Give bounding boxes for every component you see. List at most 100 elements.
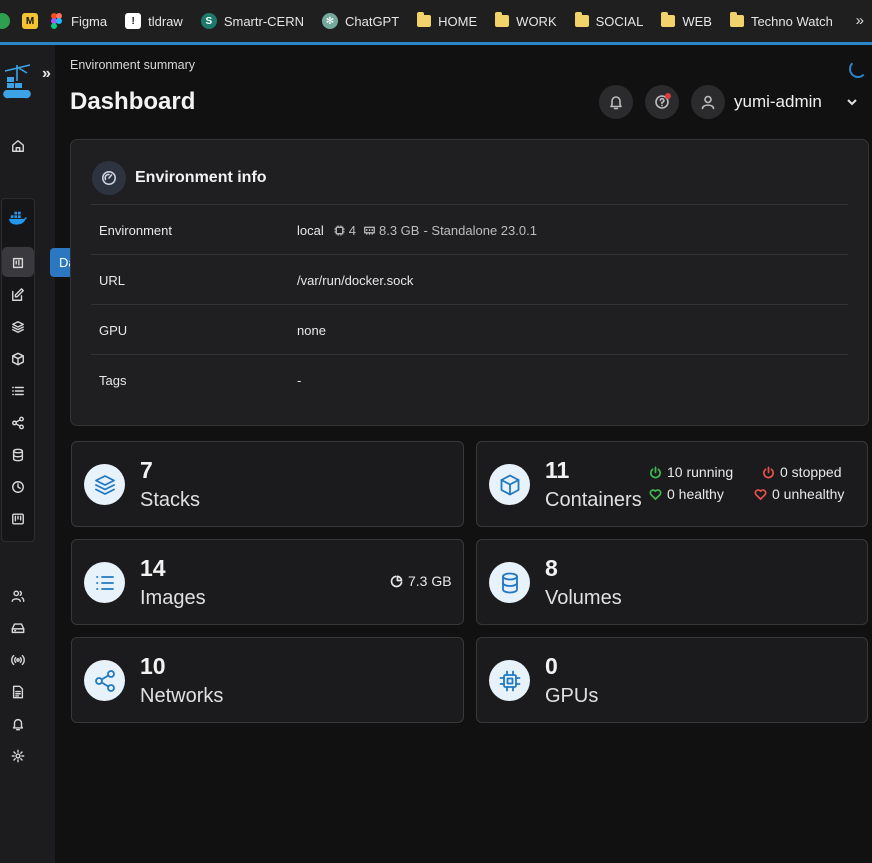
loading-spinner-icon — [849, 60, 867, 78]
env-memory: 8.3 GB — [378, 223, 420, 238]
env-row-gpu: GPU none — [91, 304, 848, 354]
help-button[interactable] — [645, 85, 679, 119]
images-size-value: 7.3 GB — [408, 573, 452, 589]
environment-info-panel: Environment info Environment local 4 8.3… — [70, 139, 869, 426]
containers-count: 11 — [545, 457, 570, 483]
folder-icon — [574, 12, 589, 27]
docker-icon[interactable] — [9, 209, 27, 227]
page-title: Dashboard — [70, 88, 196, 115]
home-icon[interactable] — [9, 137, 27, 155]
images-size: 7.3 GB — [390, 573, 452, 589]
env-value: - — [297, 373, 302, 388]
bookmark-folder-techno-watch[interactable]: Techno Watch — [729, 12, 833, 29]
unhealthy-count: 0 unhealthy — [772, 486, 845, 502]
dashboard-icon[interactable] — [9, 254, 27, 272]
env-value: local 4 8.3 GB - Standalone 23.0.1 — [297, 223, 537, 238]
settings-gear-icon[interactable] — [9, 747, 27, 765]
logs-document-icon[interactable] — [9, 683, 27, 701]
gpu-chip-icon — [489, 660, 530, 701]
containers-card[interactable]: 11 Containers 10 running 0 stopped 0 hea… — [476, 441, 868, 527]
networks-label: Networks — [140, 685, 224, 707]
folder-icon — [417, 12, 432, 27]
images-label: Images — [140, 587, 206, 609]
gpus-card[interactable]: 0 GPUs — [476, 637, 868, 723]
bookmark-smartr[interactable]: S Smartr-CERN — [200, 13, 304, 29]
bookmark-figma[interactable]: Figma — [48, 13, 107, 29]
bookmark-label: HOME — [438, 13, 478, 29]
env-row-url: URL /var/run/docker.sock — [91, 254, 848, 304]
volumes-database-icon — [489, 562, 530, 603]
chevron-down-icon[interactable] — [845, 95, 859, 114]
expand-sidebar-icon[interactable]: » — [42, 65, 51, 83]
bookmark-tldraw[interactable]: ! tldraw — [125, 13, 183, 29]
env-row-environment: Environment local 4 8.3 GB - Standalone … — [91, 204, 848, 254]
networks-card[interactable]: 10 Networks — [71, 637, 464, 723]
stacks-card[interactable]: 7 Stacks — [71, 441, 464, 527]
env-key: Environment — [99, 223, 172, 238]
bookmark-extension[interactable] — [0, 13, 10, 29]
bookmark-app[interactable]: M — [22, 13, 38, 29]
container-box-icon — [489, 464, 530, 505]
running-status: 10 running — [649, 464, 733, 480]
edit-templates-icon[interactable] — [9, 286, 27, 304]
portainer-logo-icon[interactable] — [3, 63, 33, 101]
healthy-status: 0 healthy — [649, 486, 724, 502]
volumes-card[interactable]: 8 Volumes — [476, 539, 868, 625]
bookmark-label: Techno Watch — [750, 13, 833, 29]
images-list-icon — [84, 562, 125, 603]
accent-line — [0, 42, 872, 45]
bookmarks-bar: M Figma ! tldraw S Smartr-CERN ✻ ChatGPT… — [0, 0, 872, 42]
env-key: GPU — [99, 323, 128, 338]
host-board-icon[interactable] — [9, 510, 27, 528]
env-name: local — [297, 223, 324, 238]
networks-share-icon[interactable] — [9, 414, 27, 432]
users-icon[interactable] — [9, 587, 27, 605]
unhealthy-status: 0 unhealthy — [754, 486, 844, 502]
more-bookmarks-button[interactable]: » — [856, 12, 864, 29]
bookmark-label: WORK — [516, 13, 557, 29]
images-list-icon[interactable] — [9, 382, 27, 400]
bookmark-folder-home[interactable]: HOME — [417, 12, 478, 29]
stacks-count: 7 — [140, 457, 153, 483]
env-value: none — [297, 323, 326, 338]
volumes-database-icon[interactable] — [9, 446, 27, 464]
memory-icon — [364, 226, 375, 235]
bookmark-chatgpt[interactable]: ✻ ChatGPT — [321, 13, 400, 29]
gauge-icon — [92, 161, 126, 195]
env-key: URL — [99, 273, 126, 288]
events-clock-icon[interactable] — [9, 478, 27, 496]
images-card[interactable]: 14 Images 7.3 GB — [71, 539, 464, 625]
help-notification-dot — [665, 93, 671, 99]
pie-chart-icon — [390, 575, 403, 587]
bookmark-folder-social[interactable]: SOCIAL — [574, 12, 644, 29]
networks-share-icon — [84, 660, 125, 701]
env-key: Tags — [99, 373, 127, 388]
notifications-bell-icon[interactable] — [9, 715, 27, 733]
bookmark-label: tldraw — [148, 13, 183, 29]
bookmark-folder-web[interactable]: WEB — [661, 12, 712, 29]
figma-icon — [48, 13, 64, 29]
folder-icon — [729, 12, 744, 27]
stacks-layers-icon[interactable] — [9, 318, 27, 336]
username[interactable]: yumi-admin — [734, 92, 822, 112]
env-cpu: 4 — [348, 223, 356, 238]
power-icon — [650, 466, 661, 478]
bookmark-folder-work[interactable]: WORK — [495, 12, 557, 29]
containers-box-icon[interactable] — [9, 350, 27, 368]
env-value: /var/run/docker.sock — [297, 273, 414, 288]
bookmark-label: Smartr-CERN — [223, 13, 304, 29]
edge-compute-signal-icon[interactable] — [9, 651, 27, 669]
cpu-icon — [334, 225, 345, 236]
tldraw-icon: ! — [125, 13, 142, 29]
user-avatar[interactable] — [691, 85, 725, 119]
chatgpt-icon: ✻ — [321, 13, 338, 29]
bookmark-label: SOCIAL — [595, 13, 644, 29]
environments-drive-icon[interactable] — [9, 619, 27, 637]
power-icon — [763, 466, 774, 478]
environment-info-title: Environment info — [135, 169, 267, 186]
bookmark-label: ChatGPT — [344, 13, 400, 29]
gpus-label: GPUs — [545, 685, 599, 707]
notifications-button[interactable] — [599, 85, 633, 119]
stopped-count: 0 stopped — [780, 464, 842, 480]
heart-icon — [754, 488, 767, 500]
